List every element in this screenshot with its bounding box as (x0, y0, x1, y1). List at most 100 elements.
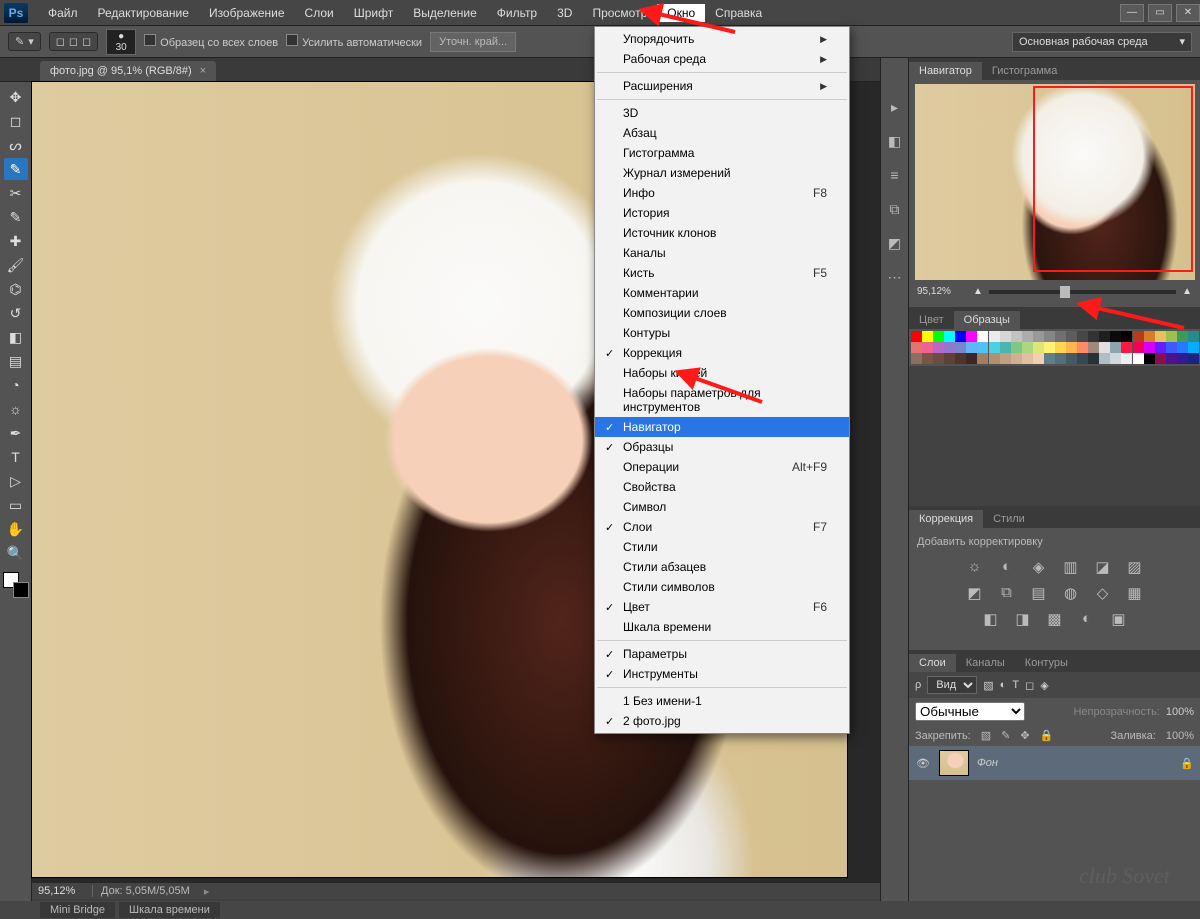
layer-thumbnail[interactable] (939, 750, 969, 776)
swatch[interactable] (989, 342, 1000, 353)
layer-row[interactable]: 👁 Фон 🔒 (909, 746, 1200, 780)
tab-histogram[interactable]: Гистограмма (982, 62, 1068, 80)
menu-выделение[interactable]: Выделение (403, 4, 487, 22)
swatch[interactable] (966, 353, 977, 364)
refine-edge-button[interactable]: Уточн. край... (430, 32, 516, 52)
menuitem-стили[interactable]: Стили (595, 537, 849, 557)
panel-icon[interactable]: ◩ (886, 234, 904, 252)
path-select-tool[interactable]: ▷ (4, 470, 28, 492)
swatch[interactable] (1177, 342, 1188, 353)
auto-enhance-checkbox[interactable]: Усилить автоматически (286, 34, 422, 49)
swatch[interactable] (1000, 331, 1011, 342)
menu-справка[interactable]: Справка (705, 4, 772, 22)
menuitem-абзац[interactable]: Абзац (595, 123, 849, 143)
menu-окно[interactable]: Окно (657, 4, 705, 22)
menuitem-контуры[interactable]: Контуры (595, 323, 849, 343)
adjust-icon[interactable]: ◇ (1093, 584, 1113, 602)
swatch[interactable] (989, 353, 1000, 364)
swatch[interactable] (944, 353, 955, 364)
adjust-icon[interactable]: ⧉ (997, 584, 1017, 602)
menuitem-операции[interactable]: ОперацииAlt+F9 (595, 457, 849, 477)
tool-preset-picker[interactable]: ✎▾ (8, 32, 41, 51)
menu-шрифт[interactable]: Шрифт (344, 4, 403, 22)
swatch[interactable] (1166, 331, 1177, 342)
swatch[interactable] (1000, 342, 1011, 353)
swatch[interactable] (1188, 342, 1199, 353)
swatch[interactable] (1177, 353, 1188, 364)
filter-icon[interactable]: T (1012, 679, 1019, 691)
swatch[interactable] (1144, 331, 1155, 342)
swatch[interactable] (1166, 342, 1177, 353)
menuitem-коррекция[interactable]: Коррекция (595, 343, 849, 363)
sample-all-layers-checkbox[interactable]: Образец со всех слоев (144, 34, 278, 49)
opacity-field[interactable]: 100% (1166, 706, 1194, 718)
swatch[interactable] (1144, 342, 1155, 353)
filter-icon[interactable]: ◐ (1000, 679, 1007, 691)
menuitem-стили-символов[interactable]: Стили символов (595, 577, 849, 597)
menuitem-1-без-имени-1[interactable]: 1 Без имени-1 (595, 691, 849, 711)
swatch[interactable] (1044, 342, 1055, 353)
swatch[interactable] (1188, 331, 1199, 342)
swatch[interactable] (1155, 342, 1166, 353)
adjust-icon[interactable]: ☼ (965, 558, 985, 576)
panel-icon[interactable]: ⧉ (886, 200, 904, 218)
adjust-icon[interactable]: ◈ (1029, 558, 1049, 576)
menuitem-комментарии[interactable]: Комментарии (595, 283, 849, 303)
menuitem-источник-клонов[interactable]: Источник клонов (595, 223, 849, 243)
menu-изображение[interactable]: Изображение (199, 4, 295, 22)
swatch[interactable] (1077, 331, 1088, 342)
swatch[interactable] (1144, 353, 1155, 364)
menu-файл[interactable]: Файл (38, 4, 88, 22)
close-button[interactable]: ✕ (1176, 4, 1200, 22)
swatch[interactable] (989, 331, 1000, 342)
menu-просмотр[interactable]: Просмотр (582, 4, 657, 22)
swatch[interactable] (1188, 353, 1199, 364)
menuitem-свойства[interactable]: Свойства (595, 477, 849, 497)
zoom-tool[interactable]: 🔍 (4, 542, 28, 564)
navigator-zoom-value[interactable]: 95,12% (917, 286, 967, 297)
adjust-icon[interactable]: ◩ (965, 584, 985, 602)
swatch[interactable] (1077, 342, 1088, 353)
tab-styles[interactable]: Стили (983, 510, 1035, 528)
swatch[interactable] (977, 353, 988, 364)
filter-icon[interactable]: ◈ (1040, 679, 1048, 692)
menuitem-параметры[interactable]: Параметры (595, 644, 849, 664)
tab-navigator[interactable]: Навигатор (909, 62, 982, 80)
swatch[interactable] (1055, 353, 1066, 364)
swatch[interactable] (911, 353, 922, 364)
swatch[interactable] (933, 331, 944, 342)
swatch[interactable] (1077, 353, 1088, 364)
brush-size-field[interactable]: ●30 (106, 29, 136, 55)
pen-tool[interactable]: ✒ (4, 422, 28, 444)
swatch[interactable] (977, 331, 988, 342)
document-tab[interactable]: фото.jpg @ 95,1% (RGB/8#) × (40, 61, 216, 81)
menuitem-3d[interactable]: 3D (595, 103, 849, 123)
swatch[interactable] (1088, 342, 1099, 353)
swatch[interactable] (966, 342, 977, 353)
brush-tool[interactable]: 🖌 (4, 254, 28, 276)
hand-tool[interactable]: ✋ (4, 518, 28, 540)
swatch[interactable] (1055, 342, 1066, 353)
panel-icon[interactable]: ⋯ (886, 268, 904, 286)
swatch[interactable] (1133, 342, 1144, 353)
zoom-out-icon[interactable]: ▲ (973, 286, 983, 297)
menuitem-стили-абзацев[interactable]: Стили абзацев (595, 557, 849, 577)
swatch[interactable] (1066, 331, 1077, 342)
adjust-icon[interactable]: ▣ (1109, 610, 1129, 628)
close-icon[interactable]: × (200, 65, 206, 77)
lasso-tool[interactable]: ᔕ (4, 134, 28, 156)
swatch[interactable] (1099, 353, 1110, 364)
marquee-tool[interactable]: ◻ (4, 110, 28, 132)
menuitem-инфо[interactable]: ИнфоF8 (595, 183, 849, 203)
swatch[interactable] (955, 331, 966, 342)
adjust-icon[interactable]: ◪ (1093, 558, 1113, 576)
swatch[interactable] (911, 331, 922, 342)
menuitem-гистограмма[interactable]: Гистограмма (595, 143, 849, 163)
tab-swatches[interactable]: Образцы (954, 311, 1020, 329)
swatch[interactable] (1033, 342, 1044, 353)
adjust-icon[interactable]: ▨ (1125, 558, 1145, 576)
menu-слои[interactable]: Слои (295, 4, 344, 22)
blur-tool[interactable]: ◔ (4, 374, 28, 396)
menu-фильтр[interactable]: Фильтр (487, 4, 547, 22)
swatch[interactable] (1121, 331, 1132, 342)
